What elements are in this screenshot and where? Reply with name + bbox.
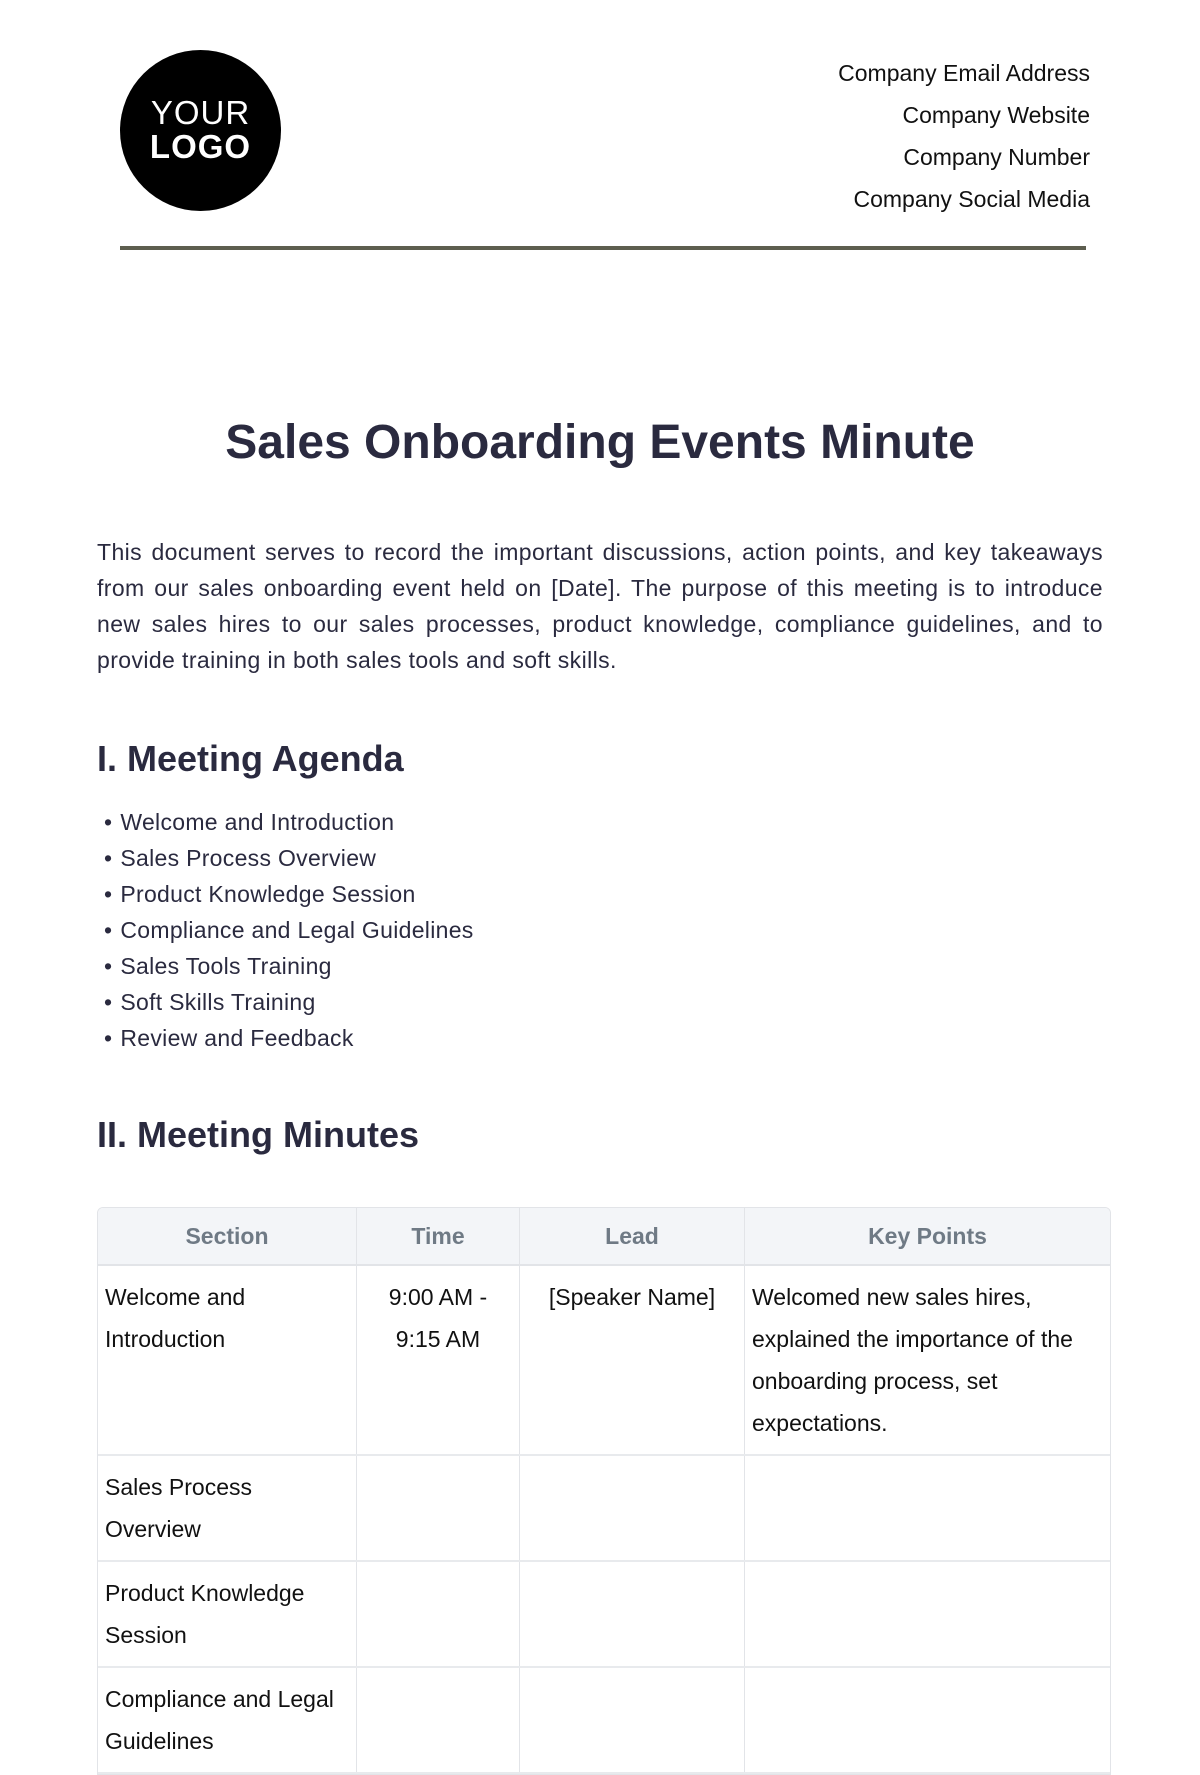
cell-key-points — [744, 1455, 1110, 1562]
document-header: YOUR LOGO Company Email Address Company … — [0, 0, 1200, 260]
agenda-item: Soft Skills Training — [104, 984, 474, 1020]
column-header-time: Time — [356, 1208, 520, 1266]
column-header-key-points: Key Points — [744, 1208, 1110, 1266]
agenda-item: Review and Feedback — [104, 1020, 474, 1056]
agenda-item: Sales Process Overview — [104, 840, 474, 876]
company-logo: YOUR LOGO — [120, 50, 281, 211]
column-header-lead: Lead — [519, 1208, 745, 1266]
table-row: Product Knowledge Session — [98, 1561, 1110, 1668]
cell-section: Welcome and Introduction — [98, 1265, 357, 1456]
table-row: Sales Process Overview — [98, 1455, 1110, 1562]
cell-section: Product Knowledge Session — [98, 1561, 357, 1668]
logo-line-1: YOUR — [150, 94, 251, 131]
cell-lead — [519, 1667, 745, 1774]
section-heading-agenda: I. Meeting Agenda — [97, 738, 404, 779]
cell-lead: [Speaker Name] — [519, 1265, 745, 1456]
cell-key-points — [744, 1667, 1110, 1774]
agenda-item: Compliance and Legal Guidelines — [104, 912, 474, 948]
minutes-table: Section Time Lead Key Points Welcome and… — [97, 1207, 1111, 1775]
company-contact-info: Company Email Address Company Website Co… — [838, 52, 1090, 220]
cell-section: Sales Process Overview — [98, 1455, 357, 1562]
cell-lead — [519, 1561, 745, 1668]
table-row: Compliance and Legal Guidelines — [98, 1667, 1110, 1774]
company-email: Company Email Address — [838, 60, 1090, 86]
cell-lead — [519, 1455, 745, 1562]
table-header-row: Section Time Lead Key Points — [98, 1208, 1110, 1266]
cell-section: Compliance and Legal Guidelines — [98, 1667, 357, 1774]
cell-time — [356, 1561, 520, 1668]
cell-time: 9:00 AM - 9:15 AM — [356, 1265, 520, 1456]
document-title: Sales Onboarding Events Minute — [225, 416, 975, 469]
agenda-item: Welcome and Introduction — [104, 804, 474, 840]
table-row: Welcome and Introduction 9:00 AM - 9:15 … — [98, 1265, 1110, 1456]
agenda-item: Sales Tools Training — [104, 948, 474, 984]
column-header-section: Section — [98, 1208, 357, 1266]
agenda-item: Product Knowledge Session — [104, 876, 474, 912]
company-website: Company Website — [902, 102, 1091, 128]
section-heading-minutes: II. Meeting Minutes — [97, 1114, 420, 1155]
header-divider — [120, 246, 1086, 250]
cell-key-points — [744, 1561, 1110, 1668]
agenda-list: Welcome and Introduction Sales Process O… — [104, 804, 474, 1056]
logo-line-2: LOGO — [149, 128, 252, 165]
cell-time — [356, 1455, 520, 1562]
intro-paragraph: This document serves to record the impor… — [97, 539, 1103, 673]
company-social-media: Company Social Media — [853, 186, 1090, 212]
cell-key-points: Welcomed new sales hires, explained the … — [744, 1265, 1110, 1456]
cell-time — [356, 1667, 520, 1774]
company-number: Company Number — [903, 144, 1090, 170]
